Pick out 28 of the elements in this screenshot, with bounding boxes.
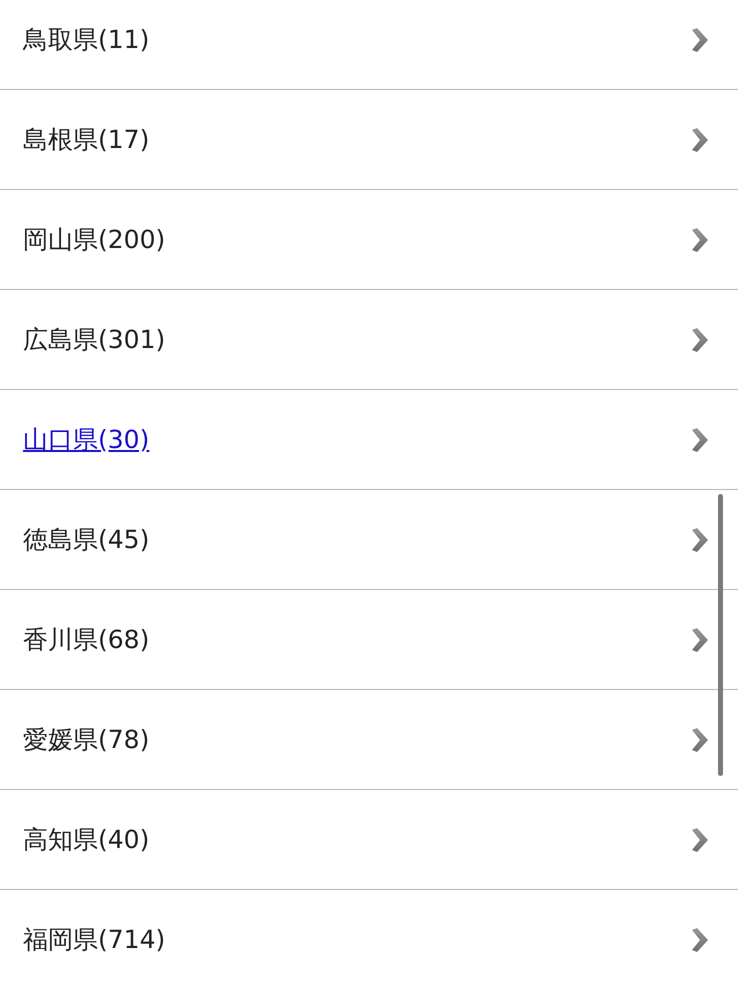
chevron-right-icon xyxy=(690,326,710,352)
prefecture-link[interactable]: 山口県(30) xyxy=(23,423,150,456)
chevron-right-icon xyxy=(690,626,710,652)
chevron-right-icon xyxy=(690,26,710,52)
prefecture-label: 香川県(68) xyxy=(23,624,150,656)
chevron-right-icon xyxy=(690,926,710,952)
prefecture-label: 鳥取県(11) xyxy=(23,24,150,56)
chevron-right-icon xyxy=(690,126,710,152)
prefecture-list-item[interactable]: 岡山県(200) xyxy=(0,190,738,290)
prefecture-list-item[interactable]: 山口県(30) xyxy=(0,390,738,490)
chevron-right-icon xyxy=(690,426,710,452)
prefecture-list-item[interactable]: 福岡県(714) xyxy=(0,890,738,982)
scrollbar[interactable] xyxy=(718,494,723,776)
chevron-right-icon xyxy=(690,826,710,852)
prefecture-label: 高知県(40) xyxy=(23,824,150,856)
prefecture-list-item[interactable]: 高知県(40) xyxy=(0,790,738,890)
prefecture-label: 徳島県(45) xyxy=(23,524,150,556)
chevron-right-icon xyxy=(690,526,710,552)
chevron-right-icon xyxy=(690,726,710,752)
prefecture-list-item[interactable]: 鳥取県(11) xyxy=(0,0,738,90)
prefecture-label: 広島県(301) xyxy=(23,324,166,356)
prefecture-label: 福岡県(714) xyxy=(23,924,166,956)
prefecture-list-item[interactable]: 島根県(17) xyxy=(0,90,738,190)
chevron-right-icon xyxy=(690,226,710,252)
prefecture-label: 愛媛県(78) xyxy=(23,724,150,756)
prefecture-label: 岡山県(200) xyxy=(23,224,166,256)
prefecture-label: 島根県(17) xyxy=(23,124,150,156)
prefecture-list-item[interactable]: 広島県(301) xyxy=(0,290,738,390)
